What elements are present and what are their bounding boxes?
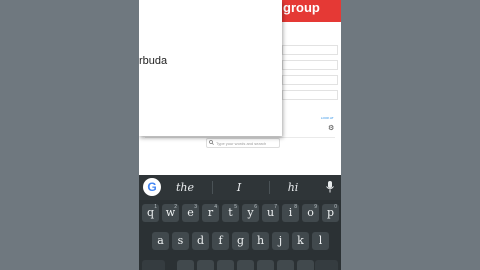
- key-number-hint: 5: [234, 204, 237, 210]
- key-number-hint: 9: [314, 204, 317, 210]
- key-o[interactable]: o9: [302, 204, 319, 222]
- google-logo-letter: G: [147, 180, 157, 194]
- key-label: y: [247, 206, 254, 219]
- key-q[interactable]: q1: [142, 204, 159, 222]
- key-label: i: [288, 206, 293, 219]
- key-f[interactable]: f: [212, 232, 229, 250]
- key-row3-3[interactable]: [217, 260, 234, 270]
- form-field-3[interactable]: [282, 75, 338, 85]
- key-number-hint: 7: [274, 204, 277, 210]
- key-r[interactable]: r4: [202, 204, 219, 222]
- key-label: k: [297, 234, 304, 247]
- key-label: u: [266, 206, 275, 219]
- key-label: q: [146, 206, 155, 219]
- key-label: d: [196, 234, 205, 247]
- look-at-link[interactable]: LOOK AT: [321, 116, 334, 120]
- key-label: s: [177, 234, 184, 247]
- key-y[interactable]: y6: [242, 204, 259, 222]
- form-field-4[interactable]: [282, 90, 338, 100]
- soft-keyboard: q1w2e3r4t5y6u7i8o9p0 asdfghjkl: [139, 200, 341, 270]
- key-t[interactable]: t5: [222, 204, 239, 222]
- suggestion-divider: [269, 181, 270, 194]
- key-s[interactable]: s: [172, 232, 189, 250]
- key-label: a: [157, 234, 164, 247]
- search-placeholder: Type your words and search: [216, 141, 267, 146]
- key-number-hint: 0: [334, 204, 337, 210]
- key-label: t: [228, 206, 233, 219]
- suggestion-divider: [212, 181, 213, 194]
- backspace-key[interactable]: [315, 260, 338, 270]
- key-e[interactable]: e3: [182, 204, 199, 222]
- suggestion-hi[interactable]: hi: [275, 181, 311, 194]
- google-g-icon[interactable]: G: [143, 178, 161, 196]
- key-g[interactable]: g: [232, 232, 249, 250]
- key-number-hint: 8: [294, 204, 297, 210]
- key-label: j: [278, 234, 283, 247]
- search-input[interactable]: Type your words and search: [206, 138, 280, 148]
- key-number-hint: 2: [174, 204, 177, 210]
- key-label: h: [256, 234, 265, 247]
- key-label: g: [236, 234, 245, 247]
- key-row3-1[interactable]: [177, 260, 194, 270]
- dropdown-item[interactable]: rbuda: [139, 55, 167, 67]
- key-row3-6[interactable]: [277, 260, 294, 270]
- key-h[interactable]: h: [252, 232, 269, 250]
- key-a[interactable]: a: [152, 232, 169, 250]
- key-number-hint: 4: [214, 204, 217, 210]
- key-row3-7[interactable]: [297, 260, 314, 270]
- key-u[interactable]: u7: [262, 204, 279, 222]
- search-icon: [209, 140, 214, 145]
- phone-screen: group LOOK AT ⚙ Type your words and sear…: [139, 0, 341, 270]
- key-label: o: [307, 206, 314, 219]
- suggestion-strip: G the I hi: [139, 175, 341, 200]
- gear-icon[interactable]: ⚙: [328, 125, 334, 132]
- key-l[interactable]: l: [312, 232, 329, 250]
- shift-key[interactable]: [142, 260, 165, 270]
- key-row3-4[interactable]: [237, 260, 254, 270]
- country-dropdown-list[interactable]: rbuda: [139, 0, 282, 136]
- key-number-hint: 1: [154, 204, 157, 210]
- key-i[interactable]: i8: [282, 204, 299, 222]
- key-k[interactable]: k: [292, 232, 309, 250]
- microphone-icon[interactable]: [325, 180, 335, 194]
- key-row3-2[interactable]: [197, 260, 214, 270]
- key-number-hint: 6: [254, 204, 257, 210]
- key-label: f: [218, 234, 223, 247]
- key-row3-5[interactable]: [257, 260, 274, 270]
- app-header-title: group: [283, 0, 320, 15]
- key-w[interactable]: w2: [162, 204, 179, 222]
- key-label: r: [207, 206, 214, 219]
- key-j[interactable]: j: [272, 232, 289, 250]
- key-label: e: [187, 206, 194, 219]
- key-p[interactable]: p0: [322, 204, 339, 222]
- form-field-1[interactable]: [282, 45, 338, 55]
- suggestion-i[interactable]: I: [221, 181, 257, 194]
- key-number-hint: 3: [194, 204, 197, 210]
- key-d[interactable]: d: [192, 232, 209, 250]
- key-label: l: [318, 234, 323, 247]
- form-field-2[interactable]: [282, 60, 338, 70]
- suggestion-the[interactable]: the: [165, 181, 205, 194]
- key-label: p: [326, 206, 335, 219]
